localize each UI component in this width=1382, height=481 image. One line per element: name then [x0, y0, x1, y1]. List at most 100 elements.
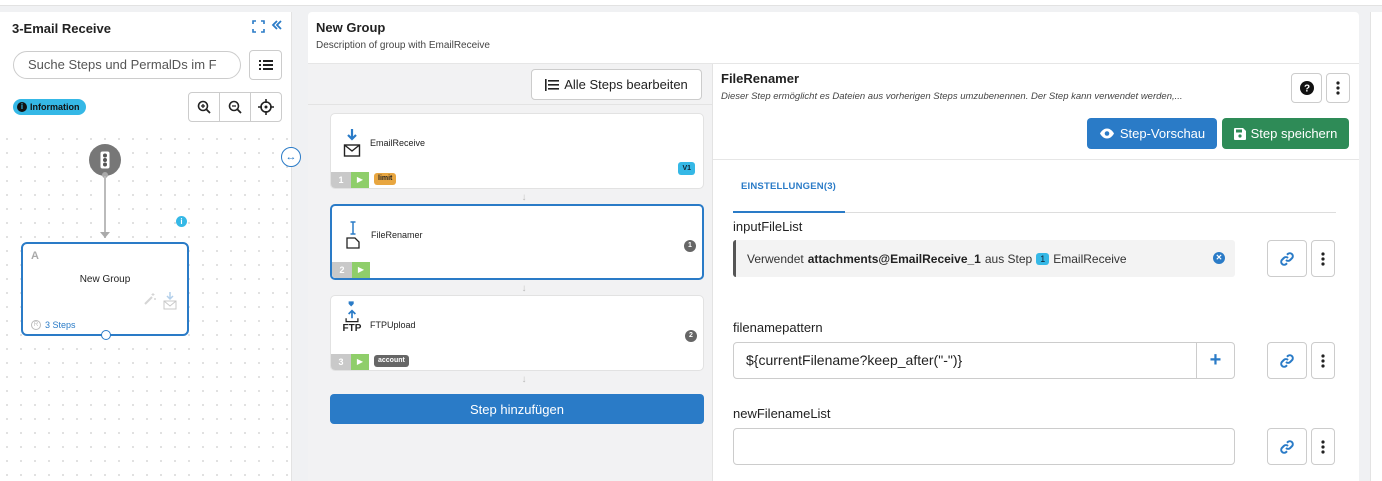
eye-icon — [1099, 128, 1114, 139]
step-card-ftpupload[interactable]: FTP FTPUpload 3 ▶ account 2 — [330, 295, 704, 371]
ftp-label: FTP — [342, 323, 362, 334]
filenamepattern-input[interactable]: ${currentFilename?keep_after("-")} + — [733, 342, 1235, 379]
search-input[interactable]: Suche Steps und PermalDs im F — [13, 51, 241, 79]
step-number-strip: 1 ▶ — [331, 172, 369, 188]
information-badge[interactable]: i Information — [13, 99, 86, 115]
top-bar — [0, 0, 1382, 6]
vertical-dots-icon — [1321, 439, 1325, 454]
list-view-button[interactable] — [249, 50, 282, 80]
link-icon — [1280, 251, 1294, 266]
step-number: 1 — [331, 172, 351, 188]
group-steps-label: 3 Steps — [45, 320, 76, 330]
vertical-dots-icon — [1336, 81, 1340, 95]
info-icon: i — [17, 102, 27, 112]
information-badge-label: Information — [30, 102, 80, 112]
zoom-out-icon — [228, 100, 242, 114]
editor-description: Dieser Step ermöglicht es Dateien aus vo… — [721, 91, 1183, 102]
svg-text:?: ? — [1303, 84, 1309, 95]
newfilenamelist-input[interactable] — [733, 428, 1235, 465]
group-description: Description of group with EmailReceive — [316, 40, 490, 51]
magic-wand-icon — [144, 293, 156, 305]
step-number-strip: 2 ▶ — [332, 262, 370, 278]
field-label-filenamepattern: filenamepattern — [733, 320, 823, 335]
step-number: 3 — [331, 354, 351, 370]
list-icon — [258, 60, 273, 70]
active-tab-indicator — [733, 211, 845, 213]
left-panel: 3-Email Receive Suche Steps und PermalDs… — [0, 12, 292, 481]
edit-all-steps-label: Alle Steps bearbeiten — [564, 77, 688, 92]
group-letter: A — [31, 250, 39, 262]
email-download-icon — [163, 292, 177, 310]
file-rename-icon — [342, 220, 364, 256]
email-receive-icon — [341, 128, 363, 164]
remove-reference-icon[interactable]: ✕ — [1213, 252, 1225, 264]
add-step-button[interactable]: Step hinzufügen — [330, 394, 704, 424]
node-info-icon[interactable]: i — [176, 216, 187, 227]
field-label-inputfilelist: inputFileList — [733, 219, 803, 234]
step-name: EmailReceive — [370, 138, 426, 148]
registered-icon: R — [31, 320, 41, 330]
group-node-name: New Group — [79, 274, 131, 285]
filenamepattern-value: ${currentFilename?keep_after("-")} — [746, 352, 963, 368]
reference-prefix: Verwendet — [747, 251, 804, 266]
add-value-button[interactable]: + — [1196, 342, 1234, 379]
workflow-title: 3-Email Receive — [12, 21, 112, 36]
step-count-badge: 2 — [685, 330, 697, 342]
collapse-left-icon[interactable] — [271, 18, 283, 34]
divider — [308, 104, 713, 105]
group-node[interactable]: A New Group R 3 Steps — [21, 242, 189, 340]
link-variable-button[interactable] — [1267, 428, 1307, 465]
steps-column: Alle Steps bearbeiten EmailReceive 1 ▶ l… — [308, 64, 713, 481]
zoom-in-icon — [197, 100, 211, 114]
group-output-handle[interactable] — [101, 330, 111, 340]
vertical-dots-icon — [1321, 251, 1325, 266]
step-count-badge: 1 — [684, 240, 696, 252]
version-badge: V1 — [678, 162, 695, 175]
flow-canvas[interactable]: i A New Group R 3 Steps — [0, 132, 291, 481]
zoom-in-button[interactable] — [189, 93, 220, 121]
tab-einstellungen[interactable]: EINSTELLUNGEN(3) — [741, 181, 836, 192]
question-icon: ? — [1299, 81, 1314, 95]
play-icon[interactable]: ▶ — [351, 172, 369, 188]
connector-arrow — [100, 232, 110, 238]
reference-step-name: EmailReceive — [1053, 251, 1127, 266]
step-editor: FileRenamer Dieser Step ermöglicht es Da… — [713, 64, 1359, 481]
divider — [713, 159, 1359, 160]
editor-title: FileRenamer — [721, 71, 800, 86]
step-name: FileRenamer — [371, 230, 423, 240]
step-card-filerenamer[interactable]: FileRenamer 2 ▶ 1 — [330, 204, 704, 280]
step-name: FTPUpload — [370, 320, 416, 330]
input-file-list-reference[interactable]: Verwendet attachments@EmailReceive_1 aus… — [733, 240, 1235, 277]
link-variable-button[interactable] — [1267, 342, 1307, 379]
reference-step-number: 1 — [1036, 252, 1050, 265]
panel-resize-handle[interactable]: ↔ — [281, 147, 301, 167]
right-edge-panel — [1370, 12, 1382, 481]
edit-all-steps-button[interactable]: Alle Steps bearbeiten — [531, 69, 702, 100]
field-more-button[interactable] — [1311, 428, 1335, 465]
traffic-light-icon — [100, 151, 110, 169]
link-icon — [1280, 439, 1294, 454]
link-variable-button[interactable] — [1267, 240, 1307, 277]
vertical-dots-icon — [1321, 353, 1325, 368]
field-more-button[interactable] — [1311, 342, 1335, 379]
play-icon[interactable]: ▶ — [351, 354, 369, 370]
step-tag: limit — [374, 173, 397, 185]
play-icon[interactable]: ▶ — [352, 262, 370, 278]
fullscreen-icon[interactable] — [252, 20, 266, 34]
zoom-controls — [188, 92, 282, 122]
step-arrow: ↓ — [521, 192, 527, 203]
group-step-icons — [143, 292, 177, 310]
editor-more-button[interactable] — [1326, 73, 1350, 103]
center-view-button[interactable] — [251, 93, 281, 121]
step-preview-button[interactable]: Step-Vorschau — [1087, 118, 1217, 149]
step-card-emailreceive[interactable]: EmailReceive 1 ▶ limit V1 — [330, 113, 704, 189]
step-save-button[interactable]: Step speichern — [1222, 118, 1349, 149]
zoom-out-button[interactable] — [220, 93, 251, 121]
step-arrow: ↓ — [521, 374, 527, 385]
main-panel: New Group Description of group with Emai… — [308, 12, 1359, 481]
field-more-button[interactable] — [1311, 240, 1335, 277]
step-tag: account — [374, 355, 409, 367]
step-number-strip: 3 ▶ — [331, 354, 369, 370]
reference-variable: attachments@EmailReceive_1 — [807, 251, 981, 266]
help-button[interactable]: ? — [1291, 73, 1322, 103]
